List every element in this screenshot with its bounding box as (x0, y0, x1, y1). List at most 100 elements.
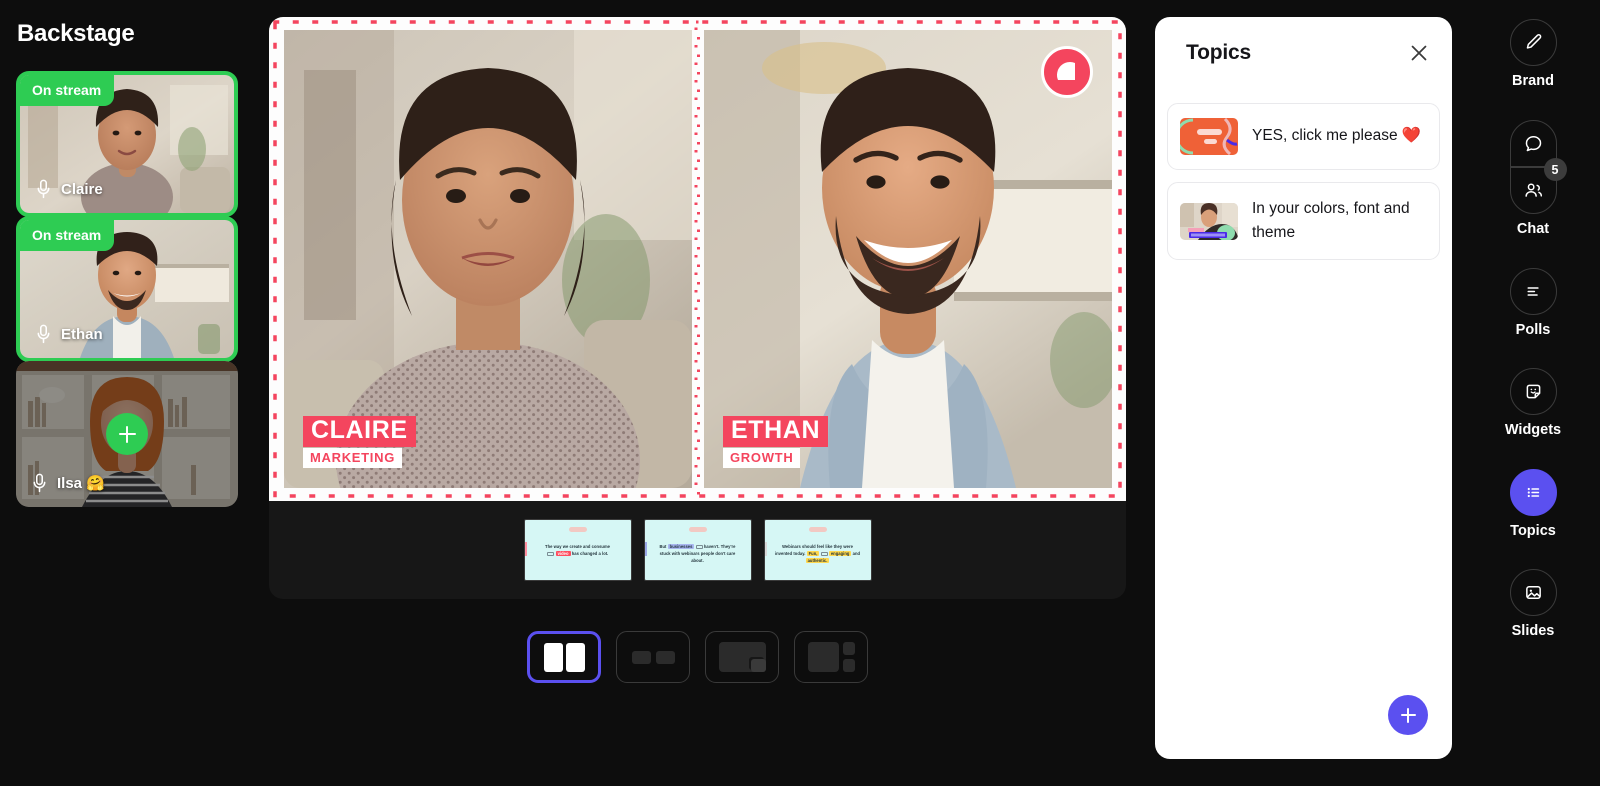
microphone-icon (37, 179, 50, 199)
image-icon[interactable] (1509, 569, 1557, 616)
layout-glyph-group (718, 642, 766, 672)
layout-glyph-box (631, 650, 651, 664)
sticker-icon[interactable] (1509, 368, 1557, 415)
layout-option-main-with-sidebar[interactable] (794, 631, 868, 683)
chat-unread-badge: 5 (1543, 158, 1567, 181)
broadcast-canvas[interactable]: CLAIRE MARKETING ETHAN GROWTH (269, 17, 1126, 501)
image-glyph-icon (1525, 585, 1541, 600)
layout-glyph-box (655, 650, 675, 664)
microphone-icon (33, 473, 46, 493)
topic-card[interactable]: In your colors, font and theme (1167, 182, 1440, 261)
sticker-glyph-icon (1526, 384, 1540, 399)
slide-edge-marker (524, 542, 527, 556)
rail-label: Chat (1516, 221, 1550, 237)
participant-footer: Ilsa 🤗 (16, 473, 238, 507)
participant-name: Ilsa 🤗 (57, 475, 105, 492)
rail-label: Polls (1515, 322, 1551, 338)
layout-option-two-small[interactable] (616, 631, 690, 683)
rail-label: Widgets (1504, 422, 1562, 438)
slide-top-pill (688, 527, 707, 532)
topic-card[interactable]: YES, click me please ❤️ (1167, 103, 1440, 170)
rail-item-polls[interactable]: Polls (1466, 268, 1600, 338)
topics-panel: Topics YES, click me please ❤️ In your c… (1155, 17, 1452, 759)
microphone-icon (37, 324, 50, 344)
tool-rail: Brand 5 Chat Polls Widgets Topics Slides (1466, 0, 1600, 786)
stage-panel: CLAIRE MARKETING ETHAN GROWTH The way we… (269, 17, 1126, 599)
topics-panel-header: Topics (1155, 17, 1452, 89)
participant-video-wrap: Ilsa 🤗 (16, 361, 238, 507)
slide-thumbnail[interactable]: Webinars should feel like they were inve… (763, 519, 872, 581)
close-icon[interactable] (1406, 40, 1432, 66)
layout-glyph-column (842, 642, 855, 672)
poll-bars-icon[interactable] (1509, 268, 1557, 315)
slide-text-3: Webinars should feel like they were inve… (774, 544, 861, 564)
topic-thumbnail-video (1180, 202, 1238, 240)
brand-mark-icon (1057, 62, 1075, 80)
rail-label: Topics (1510, 523, 1556, 539)
layout-glyph-box (807, 642, 839, 672)
video-preview-thumbnail-icon (1180, 202, 1238, 240)
backstage-sidebar: Backstage On stream Claire On stream Eth… (0, 0, 268, 786)
topic-thumbnail-orange (1180, 118, 1238, 155)
layout-glyph-box (842, 659, 855, 672)
participant-video-wrap: On stream Claire (20, 75, 234, 213)
slide-thumbnail[interactable]: The way we create and consume video has … (523, 519, 632, 581)
list-icon[interactable] (1509, 469, 1557, 516)
layout-option-picture-in-picture[interactable] (705, 631, 779, 683)
broadcast-studio-app: Backstage On stream Claire On stream Eth… (0, 0, 1600, 786)
slide-top-pill (568, 527, 587, 532)
lower-third-claire: CLAIRE MARKETING (303, 416, 416, 468)
participant-card-ilsa[interactable]: Ilsa 🤗 (16, 361, 238, 507)
pencil-glyph-icon (1526, 34, 1541, 49)
speaker-role: MARKETING (303, 448, 403, 468)
stage-tile-claire[interactable]: CLAIRE MARKETING (284, 30, 692, 488)
chat-bubble-glyph-icon (1525, 136, 1541, 152)
participant-name: Claire (61, 180, 103, 198)
lower-third-ethan: ETHAN GROWTH (723, 416, 829, 468)
page-title: Backstage (17, 20, 135, 47)
participant-video-wrap: On stream Ethan (20, 220, 234, 358)
list-glyph-icon (1527, 487, 1539, 498)
on-stream-badge: On stream (20, 75, 115, 106)
slide-top-pill (808, 527, 827, 532)
rail-label: Brand (1512, 73, 1554, 89)
layout-option-two-column[interactable] (527, 631, 601, 683)
poll-bars-glyph-icon (1526, 287, 1539, 296)
layout-glyph-box (565, 642, 585, 672)
add-topic-button[interactable] (1388, 695, 1428, 735)
layout-glyph-pip (750, 659, 766, 672)
slide-text-1: The way we create and consume video has … (545, 544, 610, 557)
slide-text-2: But businesses haven't. They're stuck wi… (659, 544, 736, 564)
rail-item-chat[interactable]: 5 Chat (1466, 120, 1600, 237)
participant-card-claire[interactable]: On stream Claire (16, 71, 238, 217)
topic-label: In your colors, font and theme (1252, 200, 1410, 242)
participant-footer: Ethan (20, 324, 234, 358)
topic-label: YES, click me please ❤️ (1252, 127, 1422, 145)
layout-picker (269, 627, 1126, 687)
on-stream-badge: On stream (20, 220, 115, 251)
participant-card-ethan[interactable]: On stream Ethan (16, 216, 238, 362)
rail-label: Slides (1511, 623, 1555, 639)
layout-glyph-box (543, 642, 563, 672)
speaker-name: ETHAN (723, 416, 829, 447)
topics-panel-title: Topics (1186, 41, 1251, 64)
add-to-stream-button[interactable] (106, 413, 148, 455)
rail-item-topics[interactable]: Topics (1466, 469, 1600, 539)
rail-item-brand[interactable]: Brand (1466, 19, 1600, 89)
slide-edge-marker (644, 542, 647, 556)
slide-edge-marker (764, 542, 767, 556)
rail-item-slides[interactable]: Slides (1466, 569, 1600, 639)
brand-logo-icon (1041, 46, 1093, 98)
participant-name: Ethan (61, 325, 103, 343)
slide-thumbnail[interactable]: But businesses haven't. They're stuck wi… (643, 519, 752, 581)
topic-list: YES, click me please ❤️ In your colors, … (1167, 103, 1440, 272)
pencil-icon[interactable] (1509, 19, 1557, 66)
close-glyph-icon (1411, 45, 1427, 61)
rail-item-widgets[interactable]: Widgets (1466, 368, 1600, 438)
people-glyph-icon (1524, 183, 1542, 197)
layout-glyph-box (842, 642, 855, 655)
chat-people-pill[interactable]: 5 (1509, 120, 1567, 214)
participant-footer: Claire (20, 179, 234, 213)
speaker-name: CLAIRE (303, 416, 416, 447)
stage-tile-ethan[interactable]: ETHAN GROWTH (704, 30, 1112, 488)
